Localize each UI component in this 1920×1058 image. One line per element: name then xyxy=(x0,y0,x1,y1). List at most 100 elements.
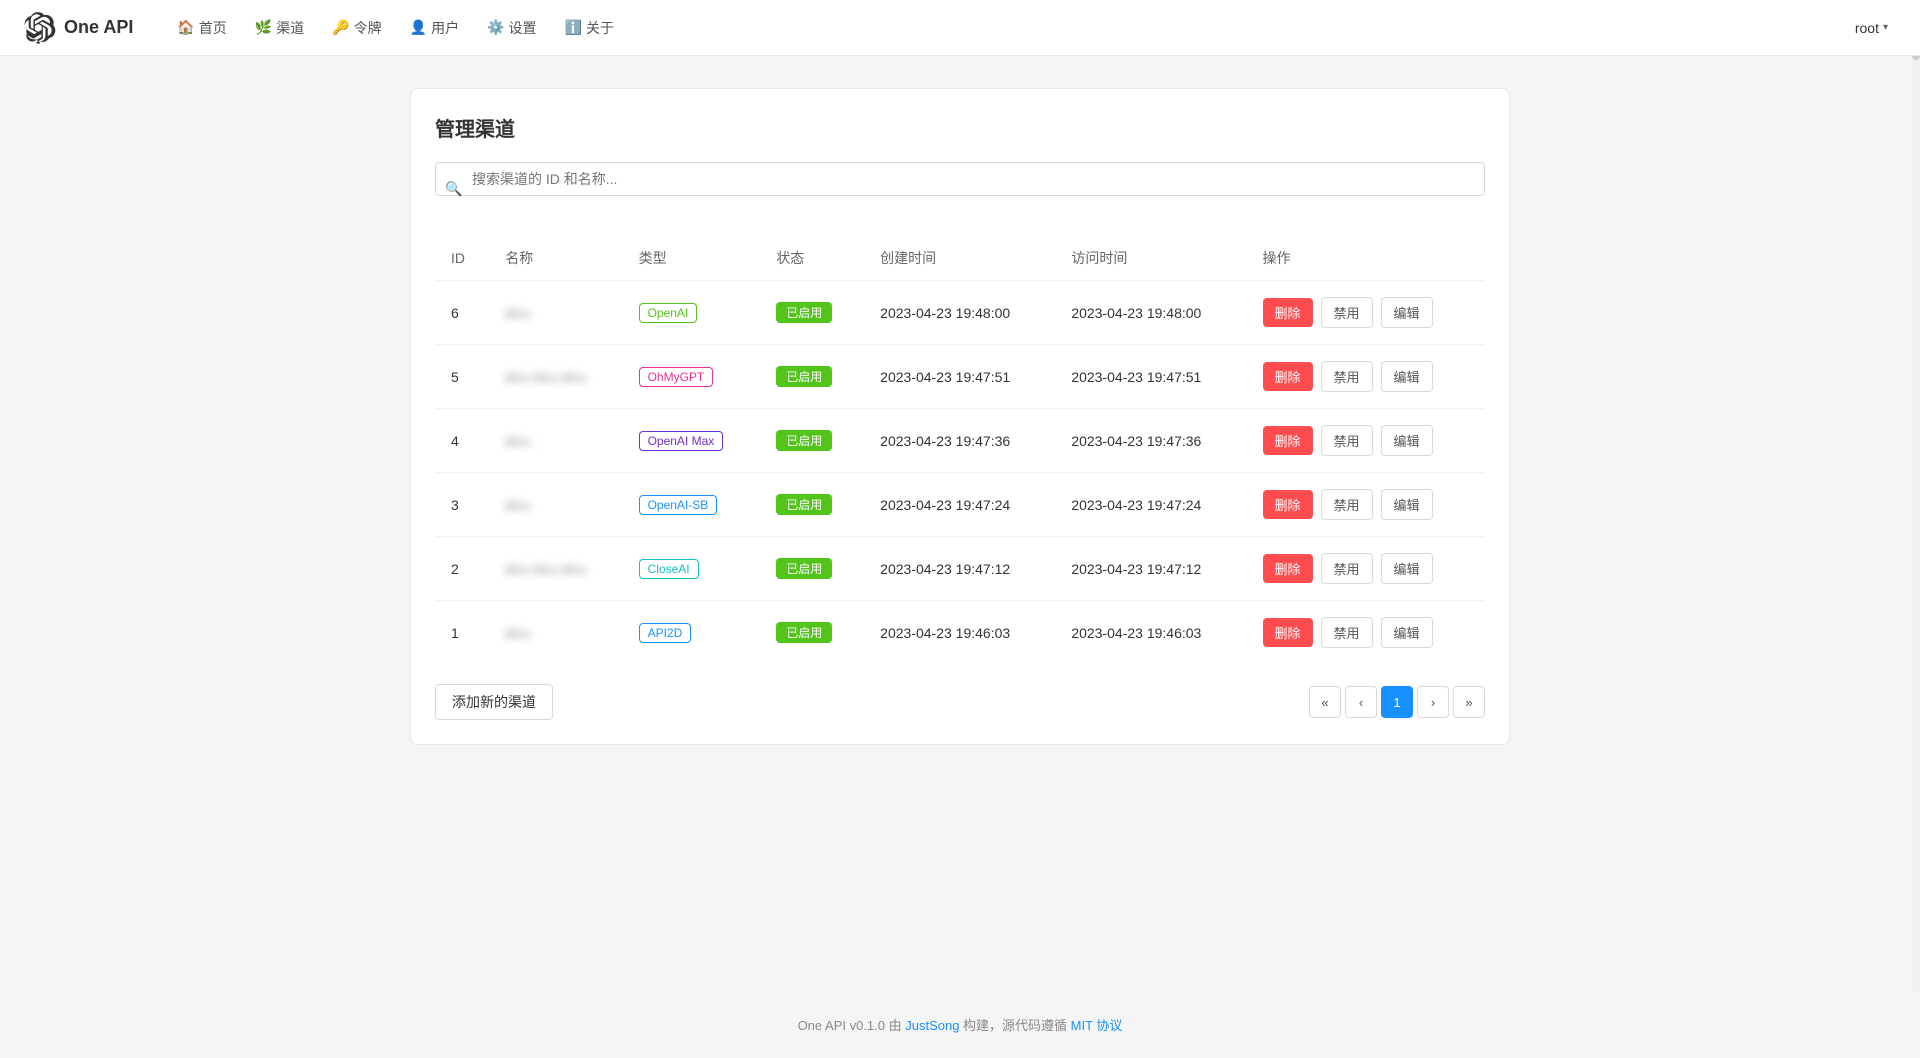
delete-button[interactable]: 删除 xyxy=(1263,362,1313,391)
action-buttons: 删除禁用编辑 xyxy=(1263,489,1470,520)
cell-actions: 删除禁用编辑 xyxy=(1247,537,1486,601)
cell-id: 1 xyxy=(435,601,489,665)
cell-name: BEa BEa BEa xyxy=(489,537,622,601)
table-row: 4BEa . OpenAI Max 已启用 2023-04-23 19:47:3620… xyxy=(435,409,1485,473)
cell-actions: 删除禁用编辑 xyxy=(1247,345,1486,409)
pagination-last[interactable]: » xyxy=(1453,686,1485,718)
channel-name: BEa xyxy=(505,498,530,513)
cell-created: 2023-04-23 19:46:03 xyxy=(864,601,1055,665)
cell-name: BEa BEa BEa xyxy=(489,345,622,409)
cell-type: API2D xyxy=(623,601,761,665)
type-badge: OhMyGPT xyxy=(639,367,714,387)
pagination-first[interactable]: « xyxy=(1309,686,1341,718)
action-buttons: 删除禁用编辑 xyxy=(1263,361,1470,392)
status-badge: 已启用 xyxy=(776,430,832,451)
page-title: 管理渠道 xyxy=(435,113,1485,142)
cell-name: BEa xyxy=(489,281,622,345)
scrollbar[interactable] xyxy=(1912,0,1920,991)
action-buttons: 删除禁用编辑 xyxy=(1263,425,1470,456)
action-buttons: 删除禁用编辑 xyxy=(1263,617,1470,648)
nav-token-label: 令牌 xyxy=(354,18,382,38)
table-row: 2BEa BEa BEaCloseAI已启用2023-04-23 19:47:1… xyxy=(435,537,1485,601)
status-badge: 已启用 xyxy=(776,558,832,579)
delete-button[interactable]: 删除 xyxy=(1263,554,1313,583)
disable-button[interactable]: 禁用 xyxy=(1321,425,1373,456)
cell-id: 3 xyxy=(435,473,489,537)
cell-id: 6 xyxy=(435,281,489,345)
disable-button[interactable]: 禁用 xyxy=(1321,361,1373,392)
cell-actions: 删除禁用编辑 xyxy=(1247,281,1486,345)
token-icon: 🔑 xyxy=(332,19,349,36)
cell-status: 已启用 xyxy=(760,281,864,345)
disable-button[interactable]: 禁用 xyxy=(1321,617,1373,648)
status-badge: 已启用 xyxy=(776,366,832,387)
type-badge: OpenAI-SB xyxy=(639,495,718,515)
nav-home-label: 首页 xyxy=(199,18,227,38)
action-buttons: 删除禁用编辑 xyxy=(1263,297,1470,328)
nav-settings[interactable]: ⚙️ 设置 xyxy=(475,10,548,46)
col-name: 名称 xyxy=(489,236,622,281)
nav-token[interactable]: 🔑 令牌 xyxy=(320,10,393,46)
footer-author-link[interactable]: JustSong xyxy=(905,1018,959,1033)
channel-icon: 🌿 xyxy=(255,19,272,36)
edit-button[interactable]: 编辑 xyxy=(1381,361,1433,392)
delete-button[interactable]: 删除 xyxy=(1263,426,1313,455)
cell-name: BEa xyxy=(489,601,622,665)
delete-button[interactable]: 删除 xyxy=(1263,618,1313,647)
cell-actions: 删除禁用编辑 xyxy=(1247,601,1486,665)
table-row: 1BEaAPI2D已启用2023-04-23 19:46:032023-04-2… xyxy=(435,601,1485,665)
disable-button[interactable]: 禁用 xyxy=(1321,489,1373,520)
table-header: ID 名称 类型 状态 创建时间 访问时间 操作 xyxy=(435,236,1485,281)
about-icon: ℹ️ xyxy=(565,19,582,36)
col-status: 状态 xyxy=(760,236,864,281)
cell-status: 已启用 xyxy=(760,345,864,409)
disable-button[interactable]: 禁用 xyxy=(1321,297,1373,328)
cell-accessed: 2023-04-23 19:47:36 xyxy=(1055,409,1246,473)
add-channel-button[interactable]: 添加新的渠道 xyxy=(435,684,553,720)
pagination-next[interactable]: › xyxy=(1417,686,1449,718)
type-badge: OpenAI Max xyxy=(639,431,724,451)
cell-actions: 删除禁用编辑 xyxy=(1247,409,1486,473)
nav-user[interactable]: 👤 用户 xyxy=(398,10,471,46)
logo[interactable]: One API xyxy=(24,12,133,44)
header: One API 🏠 首页 🌿 渠道 🔑 令牌 👤 用户 ⚙️ 设置 ℹ️ 关于 … xyxy=(0,0,1920,56)
edit-button[interactable]: 编辑 xyxy=(1381,617,1433,648)
table-row: 3BEaOpenAI-SB已启用2023-04-23 19:47:242023-… xyxy=(435,473,1485,537)
channels-table: ID 名称 类型 状态 创建时间 访问时间 操作 6BEaOpenAI已启用20… xyxy=(435,236,1485,664)
disable-button[interactable]: 禁用 xyxy=(1321,553,1373,584)
status-badge: 已启用 xyxy=(776,494,832,515)
nav-home[interactable]: 🏠 首页 xyxy=(165,10,238,46)
cell-name: BEa xyxy=(489,473,622,537)
edit-button[interactable]: 编辑 xyxy=(1381,297,1433,328)
cell-created: 2023-04-23 19:47:36 xyxy=(864,409,1055,473)
col-id: ID xyxy=(435,236,489,281)
cell-accessed: 2023-04-23 19:47:12 xyxy=(1055,537,1246,601)
edit-button[interactable]: 编辑 xyxy=(1381,489,1433,520)
page-container: 管理渠道 🔍 ID 名称 类型 状态 创建时间 访问时间 操作 6BEaOpen… xyxy=(410,88,1510,745)
cell-created: 2023-04-23 19:47:51 xyxy=(864,345,1055,409)
table-row: 5BEa BEa BEaOhMyGPT已启用2023-04-23 19:47:5… xyxy=(435,345,1485,409)
nav-about[interactable]: ℹ️ 关于 xyxy=(553,10,626,46)
search-wrapper: 🔍 xyxy=(435,162,1485,216)
cell-name: BEa . xyxy=(489,409,622,473)
footer-license-link[interactable]: MIT 协议 xyxy=(1071,1018,1123,1033)
edit-button[interactable]: 编辑 xyxy=(1381,553,1433,584)
user-name: root xyxy=(1855,20,1879,36)
type-badge: CloseAI xyxy=(639,559,699,579)
footer-text-before: One API v0.1.0 由 xyxy=(798,1018,906,1033)
pagination-prev[interactable]: ‹ xyxy=(1345,686,1377,718)
delete-button[interactable]: 删除 xyxy=(1263,298,1313,327)
nav-channel[interactable]: 🌿 渠道 xyxy=(243,10,316,46)
settings-icon: ⚙️ xyxy=(487,19,504,36)
user-menu[interactable]: root ▾ xyxy=(1847,16,1896,40)
cell-created: 2023-04-23 19:47:12 xyxy=(864,537,1055,601)
cell-type: OhMyGPT xyxy=(623,345,761,409)
search-input[interactable] xyxy=(435,162,1485,196)
cell-accessed: 2023-04-23 19:48:00 xyxy=(1055,281,1246,345)
cell-status: 已启用 xyxy=(760,473,864,537)
pagination-current[interactable]: 1 xyxy=(1381,686,1413,718)
search-icon: 🔍 xyxy=(445,181,462,198)
edit-button[interactable]: 编辑 xyxy=(1381,425,1433,456)
cell-id: 4 xyxy=(435,409,489,473)
delete-button[interactable]: 删除 xyxy=(1263,490,1313,519)
